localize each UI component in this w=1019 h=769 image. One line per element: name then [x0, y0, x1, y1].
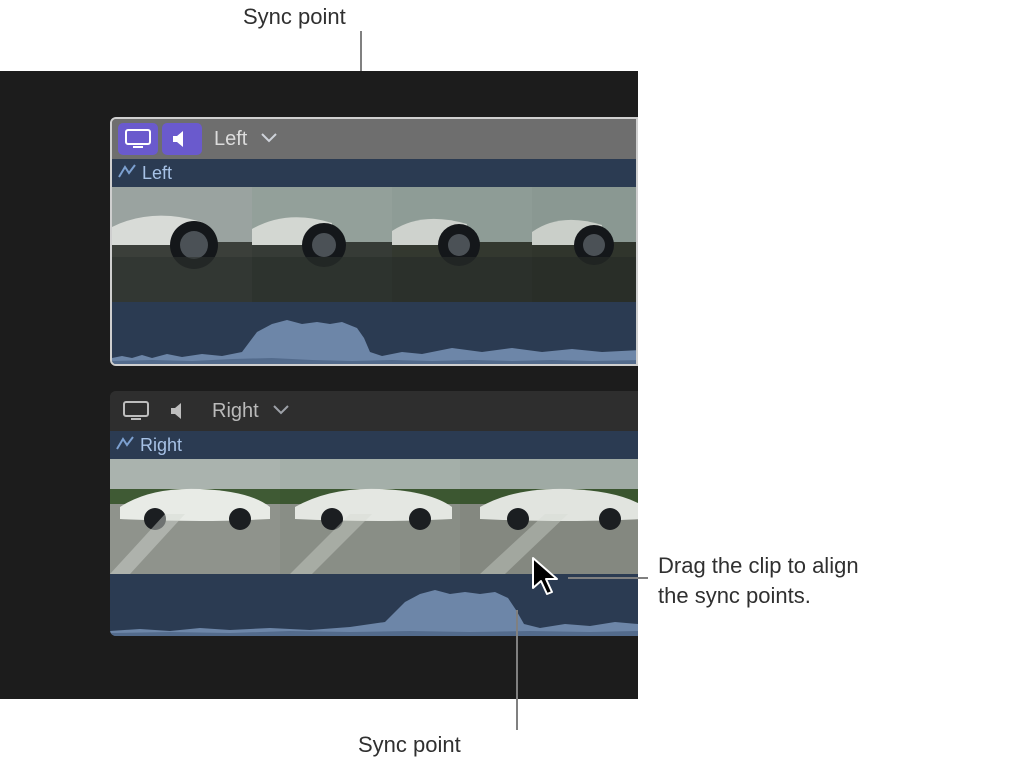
callout-line-bottom	[516, 610, 518, 730]
monitor-video-toggle-left[interactable]	[118, 123, 158, 155]
thumbnail	[532, 187, 636, 302]
monitor-audio-toggle-right[interactable]	[160, 395, 200, 427]
thumbnail	[110, 459, 280, 574]
thumbnail	[280, 459, 460, 574]
lane-name-left: Left	[214, 128, 247, 151]
lane-header-left: Left	[112, 119, 636, 159]
thumbnail	[252, 187, 392, 302]
callout-line-side	[568, 577, 648, 579]
lane-header-right: Right	[110, 391, 638, 431]
clip-title-left: Left	[142, 163, 172, 184]
annotation-side-drag: Drag the clip to align the sync points.	[658, 551, 859, 610]
thumbnail	[460, 459, 638, 574]
lane-name-right: Right	[212, 400, 259, 423]
monitor-icon	[125, 129, 151, 149]
chevron-down-icon[interactable]	[273, 402, 289, 420]
thumbnail	[392, 187, 532, 302]
chevron-down-icon[interactable]	[261, 130, 277, 148]
angle-lane-left[interactable]: Left Left	[110, 117, 638, 366]
audio-waveform-left[interactable]	[112, 302, 636, 364]
monitor-audio-toggle-left[interactable]	[162, 123, 202, 155]
annotation-side-line1: Drag the clip to align	[658, 551, 859, 581]
clip-title-strip-left: Left	[112, 159, 636, 187]
angle-lane-right[interactable]: Right Right	[110, 391, 638, 636]
clip-angle-icon	[116, 436, 134, 455]
speaker-icon	[171, 129, 193, 149]
video-thumbnail-row-left[interactable]	[112, 187, 636, 302]
clip-title-right: Right	[140, 435, 182, 456]
monitor-icon	[123, 401, 149, 421]
annotation-side-line2: the sync points.	[658, 581, 859, 611]
video-thumbnail-row-right[interactable]	[110, 459, 638, 574]
clip-title-strip-right: Right	[110, 431, 638, 459]
annotation-bottom-sync-point: Sync point	[358, 732, 461, 758]
clip-angle-icon	[118, 164, 136, 183]
thumbnail	[112, 187, 252, 302]
monitor-video-toggle-right[interactable]	[116, 395, 156, 427]
annotation-top-sync-point: Sync point	[243, 4, 346, 30]
speaker-icon	[169, 401, 191, 421]
audio-waveform-right[interactable]	[110, 574, 638, 636]
